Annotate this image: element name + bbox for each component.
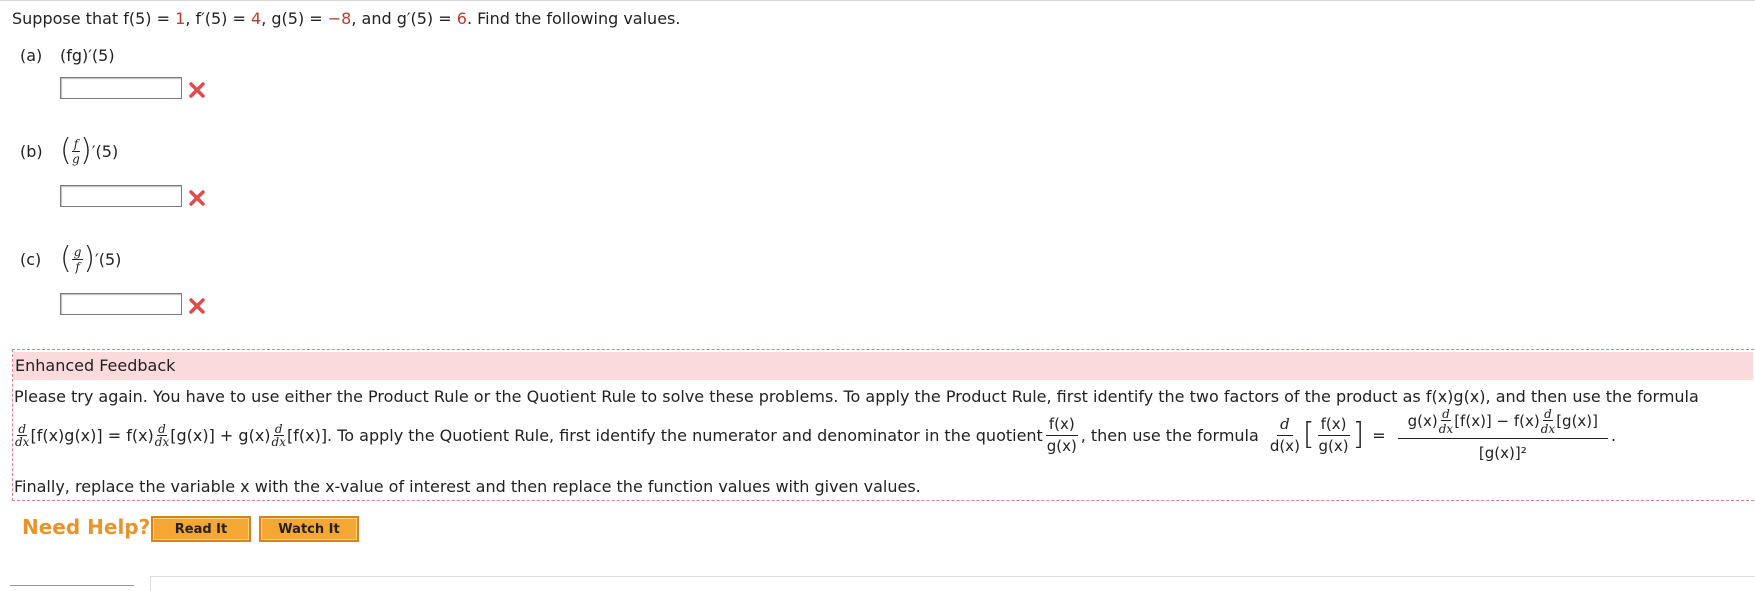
part-b-answer-input[interactable] xyxy=(60,185,182,207)
bottom-left-edge xyxy=(10,585,134,591)
feedback-line-3: Finally, replace the variable x with the… xyxy=(14,477,921,496)
feedback-heading: Enhanced Feedback xyxy=(13,352,1753,380)
part-b-label: (b) ( f g ) ′(5) xyxy=(20,133,119,168)
part-c-label: (c) ( g f ) ′(5) xyxy=(20,241,122,276)
incorrect-icon xyxy=(189,298,205,314)
part-c-fraction: g f xyxy=(71,244,84,274)
read-it-button[interactable]: Read It xyxy=(151,516,251,542)
part-a-label: (a) (fg)′(5) xyxy=(20,46,115,65)
question-text: Suppose that f(5) = 1, f′(5) = 4, g(5) =… xyxy=(12,9,681,28)
incorrect-icon xyxy=(189,190,205,206)
incorrect-icon xyxy=(189,82,205,98)
feedback-formula: d dx [f(x)g(x)] = f(x) d dx [g(x)] + g(x) … xyxy=(15,407,1617,463)
watch-it-button[interactable]: Watch It xyxy=(259,516,359,542)
part-a-expression: (fg)′(5) xyxy=(60,46,115,65)
part-b-fraction: f g xyxy=(71,136,81,166)
part-a-answer-input[interactable] xyxy=(60,77,182,99)
top-divider xyxy=(0,0,1755,1)
feedback-line-1: Please try again. You have to use either… xyxy=(14,387,1699,406)
part-c-answer-input[interactable] xyxy=(60,293,182,315)
bottom-panel-edge xyxy=(150,576,1755,591)
need-help-label: Need Help? xyxy=(22,515,151,539)
